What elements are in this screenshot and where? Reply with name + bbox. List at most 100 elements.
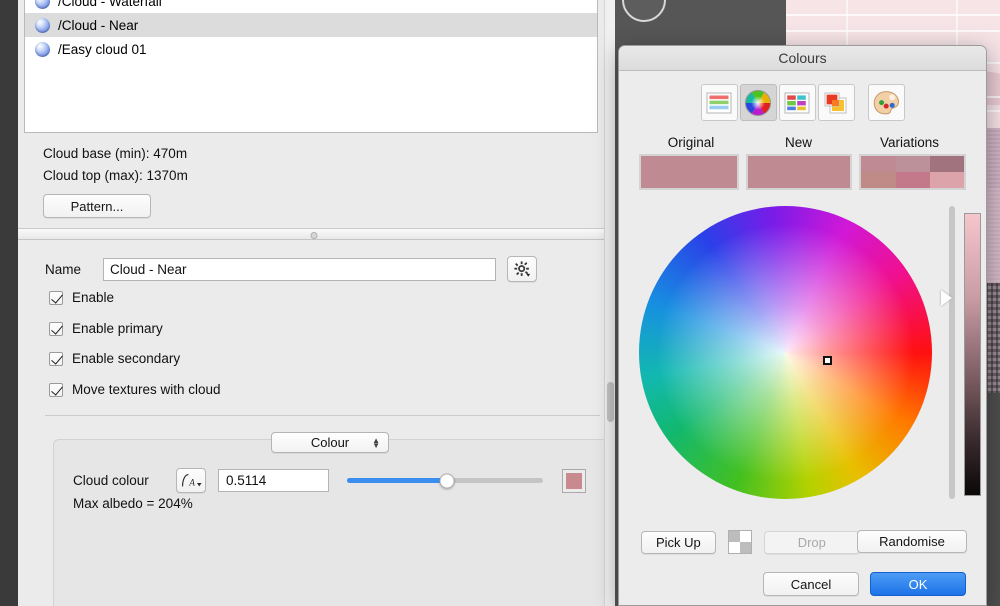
randomise-button[interactable]: Randomise: [857, 530, 967, 553]
wheel-glyph-icon: [744, 89, 772, 116]
section-popup-colour[interactable]: Colour ▲ ▼: [271, 432, 389, 453]
checkbox-enable[interactable]: Enable: [49, 290, 114, 305]
checkbox-label: Enable primary: [72, 321, 163, 336]
ok-button[interactable]: OK: [870, 572, 966, 596]
variations-swatches[interactable]: [859, 154, 966, 190]
cloud-properties-form: Name Cloud - Near Enable Enable primary …: [18, 240, 610, 606]
swatch-label-variations: Variations: [879, 135, 940, 150]
cloud-colour-slider[interactable]: [347, 473, 543, 488]
gear-menu-button[interactable]: [507, 256, 537, 282]
new-colour-swatch[interactable]: [745, 154, 853, 190]
pattern-button[interactable]: Pattern...: [43, 194, 151, 218]
chevron-down-icon: [525, 273, 530, 277]
colour-wheel[interactable]: [639, 206, 932, 499]
image-palettes-icon[interactable]: [817, 84, 855, 121]
brightness-handle[interactable]: [941, 289, 952, 306]
brightness-gradient-bar[interactable]: [964, 213, 981, 496]
section-popup-label: Colour: [310, 435, 350, 450]
image-palette-glyph-icon: [824, 92, 847, 113]
colour-wheel-area: [619, 204, 986, 509]
splitter-grip[interactable]: [310, 232, 318, 239]
sphere-icon: [35, 0, 50, 9]
drag-well-cell: [728, 542, 740, 553]
checkbox-move-textures[interactable]: Move textures with cloud: [49, 382, 221, 397]
drop-button: Drop: [763, 530, 860, 554]
cloud-layer-list[interactable]: /Cloud - Waterfall /Cloud - Near /Easy c…: [24, 0, 598, 133]
list-item-label: /Cloud - Waterfall: [58, 0, 162, 9]
cloud-colour-swatch-button[interactable]: [562, 468, 586, 493]
colour-sliders-icon[interactable]: [700, 84, 738, 121]
checkbox-enable-primary[interactable]: Enable primary: [49, 321, 163, 336]
cloud-streak: [786, 30, 1000, 32]
pickup-row: Pick Up Drop: [641, 530, 860, 554]
variation-swatch[interactable]: [895, 172, 930, 188]
swatch-label-new: New: [784, 135, 812, 150]
colour-palettes-icon[interactable]: [778, 84, 816, 121]
cloud-base-text: Cloud base (min): 470m: [43, 146, 188, 161]
function-icon: A: [181, 473, 202, 489]
max-albedo-text: Max albedo = 204%: [73, 496, 193, 511]
screen: /Cloud - Waterfall /Cloud - Near /Easy c…: [0, 0, 1000, 606]
variation-swatch[interactable]: [895, 156, 930, 172]
sliders-glyph-icon: [706, 92, 732, 113]
sphere-icon: [35, 17, 50, 33]
chevron-updown-icon: ▲ ▼: [372, 435, 380, 450]
pencils-palette-icon[interactable]: [867, 84, 905, 121]
colour-wheel-icon[interactable]: [739, 84, 777, 121]
gear-icon: [513, 260, 530, 277]
checkbox-box[interactable]: [49, 321, 63, 336]
paint-palette-glyph-icon: [873, 90, 900, 114]
colour-group-box: [53, 439, 608, 606]
list-item-label: /Easy cloud 01: [58, 41, 147, 57]
dialog-title: Colours: [619, 46, 986, 71]
name-row: Name: [45, 256, 537, 282]
variation-swatch[interactable]: [929, 172, 964, 188]
cloud-colour-label: Cloud colour: [73, 473, 149, 488]
cloud-layer-panel: /Cloud - Waterfall /Cloud - Near /Easy c…: [0, 0, 610, 606]
colour-mode-toolbar: [619, 84, 986, 121]
cloud-colour-input[interactable]: [218, 469, 329, 492]
checkbox-label: Move textures with cloud: [72, 382, 221, 397]
cloud-streak: [786, 14, 1000, 16]
name-input[interactable]: [103, 257, 496, 281]
variation-swatch[interactable]: [861, 156, 896, 172]
variation-swatch[interactable]: [929, 156, 964, 172]
scrollbar-thumb[interactable]: [607, 382, 614, 422]
checkbox-box[interactable]: [49, 290, 63, 305]
panel-scrollbar[interactable]: [604, 0, 615, 606]
form-divider: [45, 415, 600, 416]
slider-fill: [347, 478, 448, 483]
cloud-colour-row: Cloud colour A: [73, 468, 586, 493]
list-item-label: /Cloud - Near: [58, 17, 139, 33]
panel-splitter[interactable]: [18, 228, 610, 240]
colour-swatch: [566, 472, 582, 489]
palettes-glyph-icon: [784, 92, 810, 113]
name-label: Name: [45, 261, 82, 277]
pick-up-button[interactable]: Pick Up: [641, 530, 716, 554]
svg-text:A: A: [188, 479, 195, 489]
swatch-label-original: Original: [667, 135, 715, 150]
checkbox-box[interactable]: [49, 351, 63, 366]
list-item[interactable]: /Cloud - Near: [25, 13, 597, 37]
drag-well-cell: [728, 531, 740, 542]
brightness-track[interactable]: [949, 206, 955, 499]
checkbox-enable-secondary[interactable]: Enable secondary: [49, 351, 180, 366]
list-item[interactable]: /Cloud - Waterfall: [25, 0, 597, 13]
slider-knob[interactable]: [439, 473, 455, 488]
list-item[interactable]: /Easy cloud 01: [25, 37, 597, 61]
swatch-labels-row: Original New Variations: [639, 135, 966, 150]
drag-well-cell: [739, 542, 751, 553]
cancel-button[interactable]: Cancel: [763, 572, 859, 596]
variation-swatch[interactable]: [861, 172, 896, 188]
dialog-confirm-row: Cancel OK: [619, 572, 986, 596]
sphere-icon: [35, 41, 50, 57]
function-editor-button[interactable]: A: [176, 468, 206, 493]
colour-drag-well[interactable]: [727, 530, 752, 554]
swatch-row: [639, 154, 966, 190]
checkbox-label: Enable secondary: [72, 351, 181, 366]
cloud-top-text: Cloud top (max): 1370m: [43, 168, 188, 183]
wheel-selection-marker[interactable]: [823, 356, 832, 365]
drag-well-cell: [739, 531, 751, 542]
checkbox-box[interactable]: [49, 382, 63, 397]
original-colour-swatch[interactable]: [639, 154, 739, 190]
